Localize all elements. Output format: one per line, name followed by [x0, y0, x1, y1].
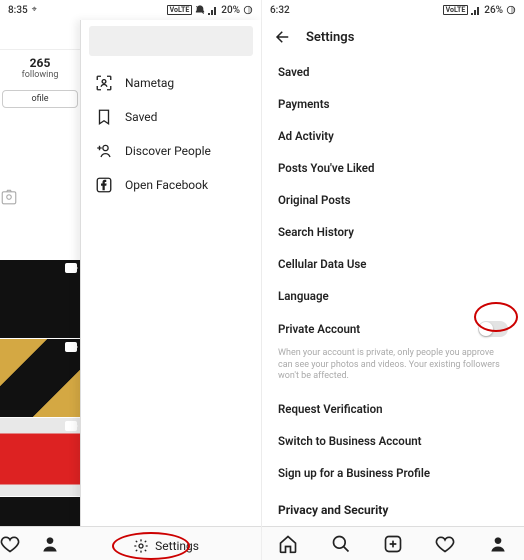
following-stat[interactable]: 265 following: [0, 50, 80, 86]
phone-instagram-profile: 8:35 ⌖ VoLTE 20% 265 followi: [0, 0, 262, 560]
settings-button[interactable]: Settings: [127, 535, 213, 557]
settings-item-posts-liked[interactable]: Posts You've Liked: [276, 152, 510, 184]
bookmark-icon: [95, 108, 113, 126]
facebook-icon: [95, 176, 113, 194]
drawer-item-saved[interactable]: Saved: [81, 100, 261, 134]
private-account-label: Private Account: [278, 322, 478, 336]
video-icon: [65, 421, 77, 431]
side-drawer: Nametag Saved Discover People Open Faceb…: [80, 20, 261, 530]
settings-item-saved[interactable]: Saved: [276, 56, 510, 88]
nav-activity[interactable]: [0, 534, 40, 554]
status-bar: 8:35 ⌖ VoLTE 20%: [0, 0, 261, 20]
battery-icon: [506, 5, 516, 15]
drawer-item-facebook[interactable]: Open Facebook: [81, 168, 261, 202]
drawer-item-discover[interactable]: Discover People: [81, 134, 261, 168]
settings-label: Settings: [155, 539, 199, 553]
post-thumb[interactable]: [0, 418, 80, 496]
nav-profile[interactable]: [40, 534, 80, 554]
add-person-icon: [95, 142, 113, 160]
nav-add[interactable]: [383, 534, 403, 554]
settings-item-request-verification[interactable]: Request Verification: [276, 393, 510, 425]
page-title: Settings: [306, 30, 354, 45]
post-thumb[interactable]: [0, 497, 80, 527]
status-bar: 6:32 VoLTE 26%: [262, 0, 524, 20]
signal-icon: [471, 5, 481, 15]
post-grid: [0, 260, 80, 528]
settings-item-private-account[interactable]: Private Account: [276, 312, 510, 346]
drawer-item-label: Saved: [125, 110, 157, 124]
settings-item-original-posts[interactable]: Original Posts: [276, 184, 510, 216]
drawer-list: Nametag Saved Discover People Open Faceb…: [81, 62, 261, 206]
drawer-item-label: Open Facebook: [125, 178, 208, 192]
profile-strip: 265 following ofile: [0, 50, 80, 206]
bottom-nav: Settings: [0, 526, 261, 560]
edit-profile-button[interactable]: ofile: [2, 90, 78, 108]
nav-home[interactable]: [278, 534, 298, 554]
drawer-item-nametag[interactable]: Nametag: [81, 66, 261, 100]
volte-badge: VoLTE: [443, 5, 469, 15]
section-privacy-security: Privacy and Security: [276, 489, 510, 523]
private-account-toggle[interactable]: [478, 321, 508, 337]
nametag-icon: [95, 74, 113, 92]
status-time: 8:35: [8, 5, 28, 16]
settings-header: Settings: [262, 20, 524, 54]
post-thumb[interactable]: [0, 339, 80, 417]
status-battery: 20%: [221, 5, 240, 16]
mute-icon: [195, 5, 205, 15]
back-icon[interactable]: [274, 28, 292, 46]
settings-item-search-history[interactable]: Search History: [276, 216, 510, 248]
settings-item-switch-business[interactable]: Switch to Business Account: [276, 425, 510, 457]
signal-icon: [208, 5, 218, 15]
settings-item-language[interactable]: Language: [276, 280, 510, 312]
bottom-nav: [262, 526, 524, 560]
status-time: 6:32: [270, 5, 290, 16]
settings-item-payments[interactable]: Payments: [276, 88, 510, 120]
settings-item-ad-activity[interactable]: Ad Activity: [276, 120, 510, 152]
nav-profile[interactable]: [488, 534, 508, 554]
drawer-item-label: Discover People: [125, 144, 211, 158]
status-battery: 26%: [484, 5, 503, 16]
drawer-item-label: Nametag: [125, 76, 174, 90]
video-icon: [65, 263, 77, 273]
nav-search[interactable]: [331, 534, 351, 554]
gear-icon: [133, 538, 149, 554]
nav-activity[interactable]: [435, 534, 455, 554]
following-count: 265: [0, 56, 80, 70]
post-thumb[interactable]: [0, 260, 80, 338]
drawer-username[interactable]: [89, 26, 253, 56]
video-icon: [65, 342, 77, 352]
settings-list[interactable]: Saved Payments Ad Activity Posts You've …: [262, 56, 524, 526]
phone-instagram-settings: 6:32 VoLTE 26% Settings Saved Payments A…: [262, 0, 524, 560]
volte-badge: VoLTE: [167, 5, 193, 15]
tagged-icon[interactable]: [0, 188, 80, 206]
following-label: following: [0, 70, 80, 80]
settings-item-cellular[interactable]: Cellular Data Use: [276, 248, 510, 280]
private-account-help: When your account is private, only peopl…: [276, 346, 510, 393]
settings-item-signup-business[interactable]: Sign up for a Business Profile: [276, 457, 510, 489]
battery-icon: [243, 5, 253, 15]
